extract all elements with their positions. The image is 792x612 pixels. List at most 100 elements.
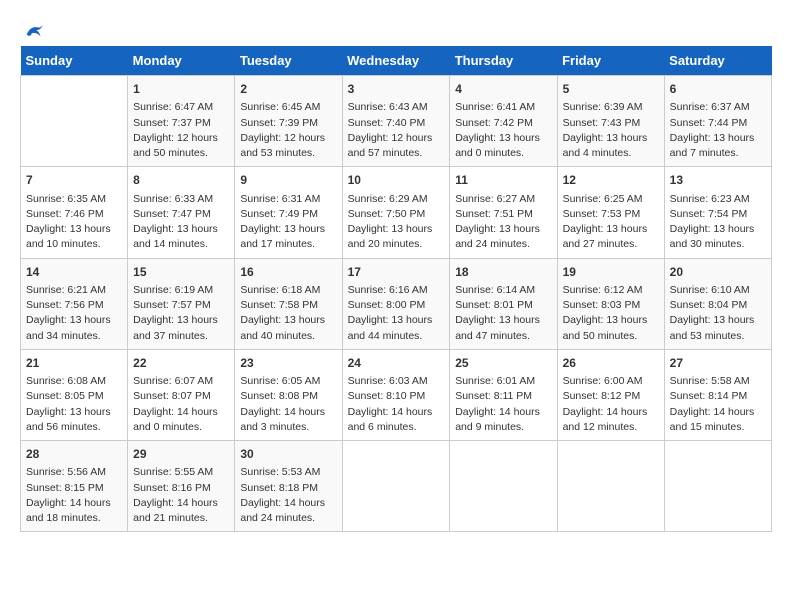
calendar-cell <box>664 441 771 532</box>
day-detail: Sunrise: 6:47 AM <box>133 101 213 113</box>
day-detail: and 53 minutes. <box>670 330 745 342</box>
day-detail: and 9 minutes. <box>455 421 524 433</box>
day-detail: Sunset: 7:44 PM <box>670 117 748 129</box>
day-detail: Sunset: 7:40 PM <box>348 117 426 129</box>
calendar-cell <box>21 76 128 167</box>
day-detail: and 57 minutes. <box>348 147 423 159</box>
day-detail: Sunset: 8:18 PM <box>240 482 318 494</box>
day-number: 5 <box>563 81 659 98</box>
calendar-cell: 15Sunrise: 6:19 AMSunset: 7:57 PMDayligh… <box>128 258 235 349</box>
day-detail: and 30 minutes. <box>670 238 745 250</box>
day-number: 10 <box>348 172 445 189</box>
day-detail: Sunset: 7:43 PM <box>563 117 641 129</box>
day-detail: Sunrise: 6:41 AM <box>455 101 535 113</box>
day-detail: Sunrise: 6:01 AM <box>455 375 535 387</box>
calendar-cell: 30Sunrise: 5:53 AMSunset: 8:18 PMDayligh… <box>235 441 342 532</box>
day-detail: Sunset: 7:42 PM <box>455 117 533 129</box>
calendar-cell: 8Sunrise: 6:33 AMSunset: 7:47 PMDaylight… <box>128 167 235 258</box>
day-detail: Sunset: 7:54 PM <box>670 208 748 220</box>
day-detail: and 15 minutes. <box>670 421 745 433</box>
day-detail: Sunset: 8:14 PM <box>670 390 748 402</box>
day-detail: Sunset: 8:07 PM <box>133 390 211 402</box>
calendar-table: SundayMondayTuesdayWednesdayThursdayFrid… <box>20 46 772 532</box>
day-detail: and 27 minutes. <box>563 238 638 250</box>
header <box>20 20 772 42</box>
day-number: 17 <box>348 264 445 281</box>
day-detail: Sunrise: 6:31 AM <box>240 193 320 205</box>
day-detail: Daylight: 13 hours <box>563 132 648 144</box>
calendar-header-row: SundayMondayTuesdayWednesdayThursdayFrid… <box>21 46 772 76</box>
calendar-header-saturday: Saturday <box>664 46 771 76</box>
day-detail: and 20 minutes. <box>348 238 423 250</box>
day-number: 6 <box>670 81 766 98</box>
day-detail: and 0 minutes. <box>455 147 524 159</box>
day-detail: Sunrise: 6:27 AM <box>455 193 535 205</box>
day-detail: and 7 minutes. <box>670 147 739 159</box>
day-detail: Sunrise: 6:19 AM <box>133 284 213 296</box>
day-detail: Daylight: 13 hours <box>240 314 325 326</box>
day-detail: Sunset: 8:04 PM <box>670 299 748 311</box>
day-detail: Daylight: 12 hours <box>133 132 218 144</box>
day-detail: Sunrise: 6:43 AM <box>348 101 428 113</box>
day-detail: and 56 minutes. <box>26 421 101 433</box>
day-number: 7 <box>26 172 122 189</box>
day-detail: Sunset: 8:10 PM <box>348 390 426 402</box>
day-detail: Daylight: 13 hours <box>26 406 111 418</box>
day-number: 12 <box>563 172 659 189</box>
day-detail: Sunset: 8:16 PM <box>133 482 211 494</box>
day-detail: and 3 minutes. <box>240 421 309 433</box>
day-detail: Sunset: 7:47 PM <box>133 208 211 220</box>
calendar-cell: 21Sunrise: 6:08 AMSunset: 8:05 PMDayligh… <box>21 349 128 440</box>
calendar-cell: 22Sunrise: 6:07 AMSunset: 8:07 PMDayligh… <box>128 349 235 440</box>
calendar-cell <box>450 441 557 532</box>
day-detail: Daylight: 14 hours <box>26 497 111 509</box>
day-number: 13 <box>670 172 766 189</box>
day-detail: and 12 minutes. <box>563 421 638 433</box>
day-detail: and 21 minutes. <box>133 512 208 524</box>
calendar-cell: 12Sunrise: 6:25 AMSunset: 7:53 PMDayligh… <box>557 167 664 258</box>
day-detail: and 40 minutes. <box>240 330 315 342</box>
day-detail: Sunrise: 6:10 AM <box>670 284 750 296</box>
calendar-cell: 14Sunrise: 6:21 AMSunset: 7:56 PMDayligh… <box>21 258 128 349</box>
day-detail: Daylight: 14 hours <box>133 497 218 509</box>
day-number: 26 <box>563 355 659 372</box>
calendar-cell: 26Sunrise: 6:00 AMSunset: 8:12 PMDayligh… <box>557 349 664 440</box>
day-detail: Sunrise: 6:14 AM <box>455 284 535 296</box>
calendar-week-row: 28Sunrise: 5:56 AMSunset: 8:15 PMDayligh… <box>21 441 772 532</box>
day-detail: and 50 minutes. <box>133 147 208 159</box>
day-detail: Sunrise: 5:53 AM <box>240 466 320 478</box>
calendar-cell <box>342 441 450 532</box>
day-detail: and 17 minutes. <box>240 238 315 250</box>
day-number: 20 <box>670 264 766 281</box>
day-detail: Sunset: 8:01 PM <box>455 299 533 311</box>
day-number: 9 <box>240 172 336 189</box>
day-detail: Sunset: 8:05 PM <box>26 390 104 402</box>
day-detail: Daylight: 14 hours <box>348 406 433 418</box>
calendar-cell: 3Sunrise: 6:43 AMSunset: 7:40 PMDaylight… <box>342 76 450 167</box>
day-detail: and 34 minutes. <box>26 330 101 342</box>
day-number: 8 <box>133 172 229 189</box>
day-detail: Sunrise: 6:37 AM <box>670 101 750 113</box>
day-detail: Sunset: 7:58 PM <box>240 299 318 311</box>
day-detail: Sunrise: 6:05 AM <box>240 375 320 387</box>
day-detail: Daylight: 12 hours <box>240 132 325 144</box>
day-detail: Sunset: 7:39 PM <box>240 117 318 129</box>
day-number: 27 <box>670 355 766 372</box>
day-detail: Sunset: 8:12 PM <box>563 390 641 402</box>
day-detail: Daylight: 13 hours <box>348 223 433 235</box>
calendar-cell: 18Sunrise: 6:14 AMSunset: 8:01 PMDayligh… <box>450 258 557 349</box>
day-detail: Sunrise: 6:45 AM <box>240 101 320 113</box>
calendar-week-row: 14Sunrise: 6:21 AMSunset: 7:56 PMDayligh… <box>21 258 772 349</box>
day-detail: Sunrise: 6:29 AM <box>348 193 428 205</box>
day-detail: Daylight: 13 hours <box>26 314 111 326</box>
calendar-cell: 4Sunrise: 6:41 AMSunset: 7:42 PMDaylight… <box>450 76 557 167</box>
calendar-cell: 23Sunrise: 6:05 AMSunset: 8:08 PMDayligh… <box>235 349 342 440</box>
calendar-cell: 17Sunrise: 6:16 AMSunset: 8:00 PMDayligh… <box>342 258 450 349</box>
day-number: 29 <box>133 446 229 463</box>
calendar-cell: 24Sunrise: 6:03 AMSunset: 8:10 PMDayligh… <box>342 349 450 440</box>
day-detail: Sunrise: 6:18 AM <box>240 284 320 296</box>
day-detail: Sunrise: 5:56 AM <box>26 466 106 478</box>
day-number: 4 <box>455 81 551 98</box>
day-detail: Sunrise: 6:00 AM <box>563 375 643 387</box>
day-detail: Sunset: 7:49 PM <box>240 208 318 220</box>
